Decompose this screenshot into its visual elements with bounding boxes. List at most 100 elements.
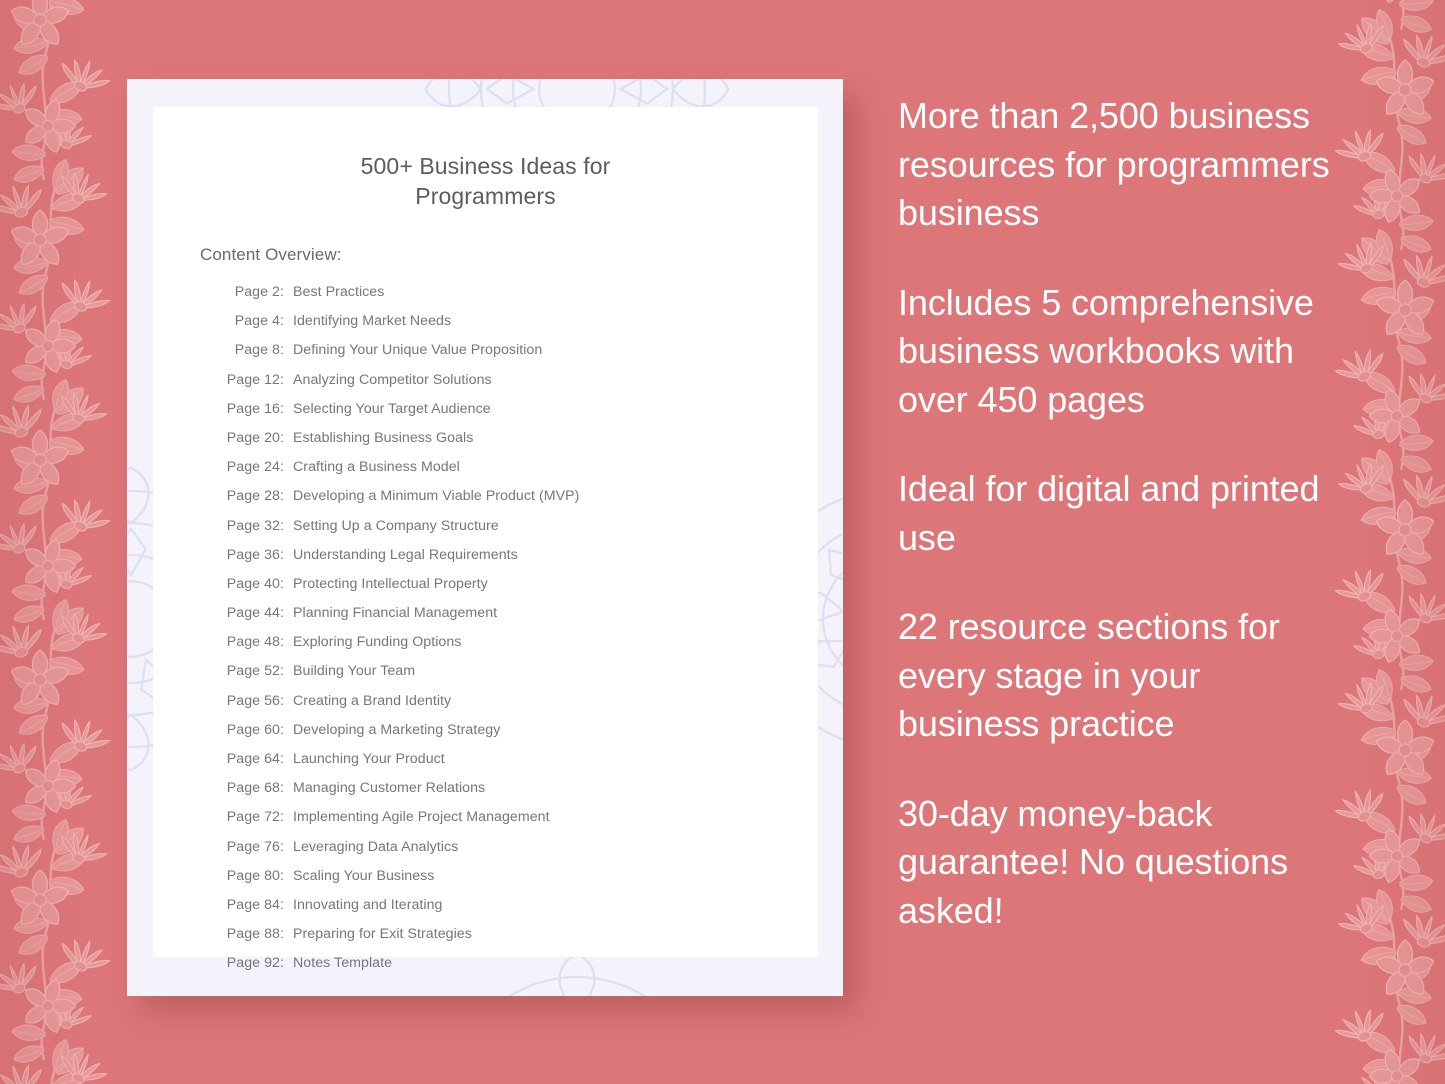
toc-row: Page 68: Managing Customer Relations: [222, 780, 802, 809]
toc-page-number: Page 56: [226, 692, 280, 709]
toc-row: Page 40: Protecting Intellectual Property: [222, 576, 802, 605]
toc-entry-title: Developing a Marketing Strategy: [293, 721, 501, 738]
toc-separator: :: [280, 751, 284, 767]
toc-separator: :: [280, 429, 284, 446]
toc-row: Page 60: Developing a Marketing Strategy: [222, 722, 802, 751]
toc-page-number: Page 40: [226, 575, 280, 592]
toc-row: Page 84: Innovating and Iterating: [222, 897, 802, 926]
toc-page-number: Page 8: [234, 342, 280, 359]
toc-entry-title: Leveraging Data Analytics: [293, 838, 459, 855]
toc-page-number: Page 2: [234, 284, 280, 300]
promo-block: Ideal for digital and printed use: [898, 468, 1320, 558]
content-overview-label: Content Overview:: [200, 245, 342, 264]
toc-entry-title: Identifying Market Needs: [293, 313, 452, 330]
promo-block: More than 2,500 business resources for p…: [898, 95, 1330, 233]
promo-text-column: More than 2,500 business resources for p…: [898, 92, 1350, 935]
toc-separator: :: [280, 721, 284, 738]
toc-separator: :: [280, 488, 284, 505]
floral-vine-border-left: [0, 0, 112, 1084]
document-title-line-2: Programmers: [415, 183, 556, 209]
toc-separator: :: [280, 692, 284, 709]
toc-row: Page 16: Selecting Your Target Audience: [222, 401, 802, 430]
toc-row: Page 24: Crafting a Business Model: [222, 459, 802, 488]
toc-page-number: Page 52: [226, 663, 280, 680]
toc-row: Page 32: Setting Up a Company Structure: [222, 518, 802, 547]
toc-page-number: Page 92: [226, 955, 280, 972]
toc-separator: :: [280, 517, 284, 534]
toc-entry-title: Planning Financial Management: [293, 605, 498, 622]
toc-page-number: Page 16: [226, 400, 280, 417]
document-card: 500+ Business Ideas for Programmers Cont…: [127, 79, 843, 996]
toc-separator: :: [280, 459, 284, 476]
toc-entry-title: Building Your Team: [293, 663, 416, 680]
toc-page-number: Page 64: [226, 751, 280, 767]
toc-entry-title: Implementing Agile Project Management: [293, 809, 550, 826]
toc-page-number: Page 20: [226, 429, 280, 446]
toc-entry-title: Defining Your Unique Value Proposition: [293, 342, 543, 359]
toc-separator: :: [280, 663, 284, 680]
toc-separator: :: [280, 313, 284, 330]
toc-entry-title: Preparing for Exit Strategies: [293, 926, 472, 943]
toc-entry-title: Understanding Legal Requirements: [293, 546, 518, 563]
toc-separator: :: [280, 809, 284, 826]
toc-separator: :: [280, 896, 284, 913]
toc-entry-title: Creating a Brand Identity: [293, 692, 452, 709]
table-of-contents: Page 2: Best Practices Page 4: Identifying …: [222, 284, 802, 985]
toc-row: Page 76: Leveraging Data Analytics: [222, 839, 802, 868]
toc-row: Page 56: Creating a Brand Identity: [222, 693, 802, 722]
toc-entry-title: Notes Template: [293, 955, 393, 972]
toc-separator: :: [280, 546, 284, 563]
toc-entry-title: Exploring Funding Options: [293, 634, 462, 651]
toc-row: Page 72: Implementing Agile Project Manag…: [222, 809, 802, 838]
toc-separator: :: [280, 634, 284, 651]
toc-row: Page 12: Analyzing Competitor Solutions: [222, 372, 802, 401]
toc-separator: :: [280, 955, 284, 972]
toc-entry-title: Best Practices: [293, 284, 385, 300]
document-page: 500+ Business Ideas for Programmers Cont…: [153, 107, 818, 971]
toc-page-number: Page 80: [226, 867, 280, 884]
toc-row: Page 2: Best Practices: [222, 284, 802, 313]
toc-row: Page 28: Developing a Minimum Viable Prod…: [222, 488, 802, 517]
toc-page-number: Page 68: [226, 780, 280, 797]
toc-entry-title: Establishing Business Goals: [293, 429, 474, 446]
toc-entry-title: Launching Your Product: [293, 751, 445, 767]
toc-separator: :: [280, 926, 284, 943]
toc-page-number: Page 4: [234, 313, 280, 330]
toc-entry-title: Analyzing Competitor Solutions: [293, 371, 492, 388]
toc-page-number: Page 28: [226, 488, 280, 505]
document-title: 500+ Business Ideas for Programmers: [213, 151, 758, 211]
toc-entry-title: Developing a Minimum Viable Product (MVP…: [293, 488, 580, 505]
toc-row: Page 4: Identifying Market Needs: [222, 313, 802, 342]
toc-separator: :: [280, 284, 284, 300]
toc-page-number: Page 36: [226, 546, 280, 563]
toc-page-number: Page 84: [226, 896, 280, 913]
toc-separator: :: [280, 575, 284, 592]
promo-block: 22 resource sections for every stage in …: [898, 606, 1280, 744]
toc-entry-title: Setting Up a Company Structure: [293, 517, 499, 534]
toc-row: Page 88: Preparing for Exit Strategies: [222, 926, 802, 955]
toc-separator: :: [280, 371, 284, 388]
toc-separator: :: [280, 867, 284, 884]
toc-row: Page 44: Planning Financial Management: [222, 605, 802, 634]
toc-page-number: Page 72: [226, 809, 280, 826]
toc-entry-title: Innovating and Iterating: [293, 896, 443, 913]
toc-separator: :: [280, 780, 284, 797]
toc-page-number: Page 24: [226, 459, 280, 476]
toc-row: Page 48: Exploring Funding Options: [222, 634, 802, 663]
toc-separator: :: [280, 838, 284, 855]
listing-canvas: 500+ Business Ideas for Programmers Cont…: [0, 0, 1445, 1084]
document-title-line-1: 500+ Business Ideas for: [360, 153, 611, 179]
toc-page-number: Page 76: [226, 838, 280, 855]
toc-page-number: Page 44: [226, 605, 280, 622]
promo-block: Includes 5 comprehensive business workbo…: [898, 281, 1314, 420]
toc-row: Page 92: Notes Template: [222, 955, 802, 984]
toc-page-number: Page 88: [226, 926, 280, 943]
toc-row: Page 64: Launching Your Product: [222, 751, 802, 780]
toc-row: Page 80: Scaling Your Business: [222, 868, 802, 897]
toc-row: Page 52: Building Your Team: [222, 663, 802, 692]
toc-row: Page 36: Understanding Legal Requirements: [222, 547, 802, 576]
toc-page-number: Page 12: [226, 371, 280, 388]
toc-separator: :: [280, 605, 284, 622]
toc-row: Page 8: Defining Your Unique Value Propos…: [222, 342, 802, 371]
toc-entry-title: Protecting Intellectual Property: [293, 575, 488, 592]
